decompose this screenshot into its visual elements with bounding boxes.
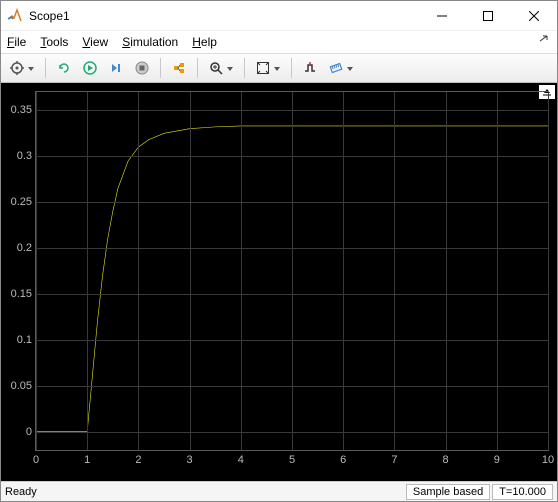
- x-tick: 9: [494, 454, 500, 466]
- x-tick: 2: [135, 454, 141, 466]
- zoom-button[interactable]: [204, 56, 238, 80]
- y-tick: 0: [26, 426, 32, 438]
- y-tick: 0.3: [17, 150, 32, 162]
- x-tick: 3: [187, 454, 193, 466]
- y-tick: 0.05: [11, 380, 32, 392]
- minimize-button[interactable]: [419, 1, 465, 31]
- close-button[interactable]: [511, 1, 557, 31]
- signal-selector-button[interactable]: [167, 56, 191, 80]
- status-ready: Ready: [5, 486, 404, 498]
- measurements-button[interactable]: [324, 56, 358, 80]
- x-tick: 4: [238, 454, 244, 466]
- stop-button[interactable]: [130, 56, 154, 80]
- x-tick: 5: [289, 454, 295, 466]
- triggers-button[interactable]: [298, 56, 322, 80]
- maximize-button[interactable]: [465, 1, 511, 31]
- autoscale-button[interactable]: [251, 56, 285, 80]
- y-tick: 0.2: [17, 242, 32, 254]
- x-tick: 7: [391, 454, 397, 466]
- scope-plot[interactable]: 0 1 2 3 4 5 6 7 8 9 10 0 0.05 0.1 0.15 0.2 0.25 0.3 0.35: [1, 83, 557, 481]
- status-mode: Sample based: [406, 484, 490, 500]
- restart-button[interactable]: [52, 56, 76, 80]
- y-tick: 0.15: [11, 288, 32, 300]
- y-tick: 0.25: [11, 196, 32, 208]
- window-title: Scope1: [29, 9, 419, 23]
- x-tick: 8: [443, 454, 449, 466]
- menu-simulation[interactable]: Simulation: [122, 35, 178, 49]
- x-tick: 6: [340, 454, 346, 466]
- menu-tools[interactable]: Tools: [40, 35, 68, 49]
- menu-help[interactable]: Help: [192, 35, 217, 49]
- status-time: T=10.000: [492, 484, 553, 500]
- configure-button[interactable]: [5, 56, 39, 80]
- matlab-icon: [7, 8, 23, 24]
- x-tick: 0: [33, 454, 39, 466]
- dock-icon[interactable]: [539, 35, 551, 50]
- x-tick: 10: [542, 454, 554, 466]
- x-tick: 1: [84, 454, 90, 466]
- y-tick: 0.1: [17, 334, 32, 346]
- menu-file[interactable]: File: [7, 35, 26, 49]
- step-forward-button[interactable]: [104, 56, 128, 80]
- y-tick: 0.35: [11, 104, 32, 116]
- menu-view[interactable]: View: [82, 35, 108, 49]
- run-button[interactable]: [78, 56, 102, 80]
